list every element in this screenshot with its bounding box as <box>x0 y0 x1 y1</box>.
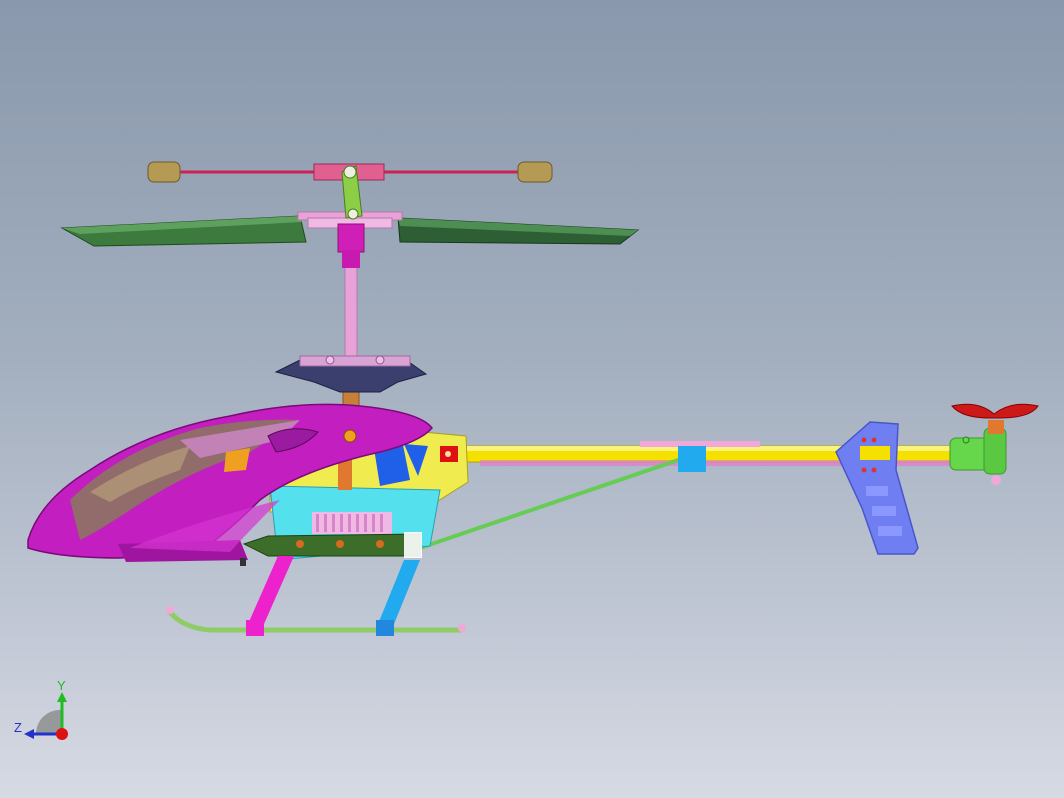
z-arrow-head-icon <box>24 729 34 739</box>
x-axis-dot <box>56 728 68 740</box>
tail-rotor-assembly[interactable] <box>949 403 1039 485</box>
tail-fin[interactable] <box>835 421 919 555</box>
cad-viewport[interactable]: Y Z <box>0 0 1064 798</box>
y-axis-label: Y <box>57 678 66 693</box>
z-axis-label: Z <box>14 720 22 735</box>
battery-pack[interactable] <box>242 532 422 558</box>
swashplate[interactable] <box>274 355 428 393</box>
y-arrow-head-icon <box>57 692 67 702</box>
axis-triad[interactable]: Y Z <box>10 676 80 746</box>
boom-clamp[interactable] <box>678 446 706 472</box>
landing-gear[interactable] <box>166 556 466 636</box>
rotor-head[interactable] <box>297 211 403 268</box>
helicopter-model[interactable] <box>0 0 1064 798</box>
flybar[interactable] <box>147 161 553 220</box>
